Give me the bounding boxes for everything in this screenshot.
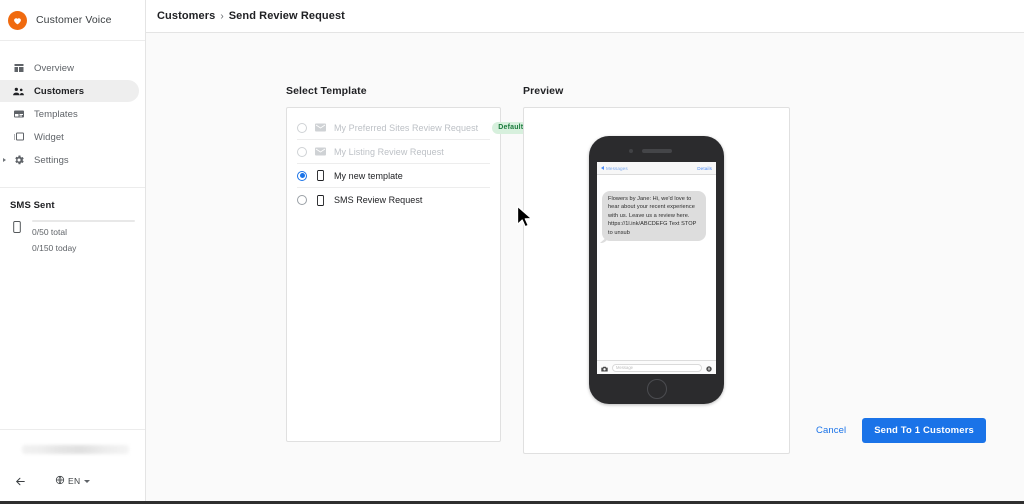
sms-today-count: 0/150 today xyxy=(32,242,135,254)
phone-camera-icon xyxy=(629,149,633,153)
select-template-panel: Select Template My Preferred Sites Revie… xyxy=(286,85,501,454)
preview-title: Preview xyxy=(523,85,790,97)
home-button-icon xyxy=(647,379,667,399)
chevron-left-icon xyxy=(601,166,604,170)
template-radio-2[interactable] xyxy=(297,171,307,181)
template-label: SMS Review Request xyxy=(334,195,422,205)
envelope-icon xyxy=(315,147,326,156)
sidebar-item-label: Settings xyxy=(34,155,69,166)
app-root: Customer Voice Overview Customers Templa xyxy=(0,0,1024,504)
template-row-3[interactable]: SMS Review Request xyxy=(297,188,490,212)
language-selector[interactable]: EN xyxy=(55,472,90,490)
sidebar-item-templates[interactable]: Templates xyxy=(0,103,139,125)
sms-sent-title: SMS Sent xyxy=(10,200,135,211)
template-row-2[interactable]: My new template xyxy=(297,164,490,188)
message-input-placeholder: Message xyxy=(616,365,633,370)
sidebar-item-settings[interactable]: Settings xyxy=(0,149,139,171)
globe-icon xyxy=(55,472,65,490)
messages-back-button[interactable]: Messages xyxy=(601,166,628,171)
template-label: My new template xyxy=(334,171,403,181)
dashboard-icon xyxy=(12,62,25,75)
brand[interactable]: Customer Voice xyxy=(0,0,145,41)
template-row-1[interactable]: My Listing Review Request xyxy=(297,140,490,164)
expand-caret-icon xyxy=(3,158,6,162)
template-radio-3[interactable] xyxy=(297,195,307,205)
mobile-phone-icon xyxy=(10,220,23,233)
sms-message-bubble: Flowers by Jane: Hi, we'd love to hear a… xyxy=(602,191,706,241)
sidebar-footer: EN xyxy=(0,429,145,504)
sidebar-item-label: Overview xyxy=(34,63,74,74)
preview-panel: Preview Messages xyxy=(523,85,790,454)
gear-icon xyxy=(12,154,25,167)
main-area: Customers › Send Review Request Select T… xyxy=(146,0,1024,504)
sidebar: Customer Voice Overview Customers Templa xyxy=(0,0,146,504)
breadcrumb-separator: › xyxy=(220,11,223,22)
mobile-phone-icon xyxy=(315,195,326,206)
brand-name: Customer Voice xyxy=(36,14,112,26)
messages-back-label: Messages xyxy=(606,166,628,171)
template-radio-1[interactable] xyxy=(297,147,307,157)
language-label: EN xyxy=(68,476,80,486)
people-icon xyxy=(12,85,25,98)
sidebar-item-label: Templates xyxy=(34,109,78,120)
breadcrumb-item-customers[interactable]: Customers xyxy=(157,10,215,22)
send-to-customers-button[interactable]: Send To 1 Customers xyxy=(862,418,986,443)
sidebar-item-overview[interactable]: Overview xyxy=(0,57,139,79)
message-input[interactable]: Message xyxy=(612,364,702,372)
topbar: Customers › Send Review Request xyxy=(146,0,1024,33)
breadcrumb-item-current: Send Review Request xyxy=(229,10,345,22)
phone-mockup: Messages Details Flowers by Jane: Hi, we… xyxy=(589,136,724,404)
content-area: Select Template My Preferred Sites Revie… xyxy=(146,33,1024,504)
messages-details-button[interactable]: Details xyxy=(697,166,712,171)
mobile-phone-icon xyxy=(315,170,326,181)
messages-input-bar: Message xyxy=(597,360,716,374)
messages-topbar: Messages Details xyxy=(597,162,716,175)
heart-circle-icon xyxy=(8,11,27,30)
template-row-0[interactable]: My Preferred Sites Review Request Defaul… xyxy=(297,116,490,140)
sidebar-item-widget[interactable]: Widget xyxy=(0,126,139,148)
microphone-icon[interactable] xyxy=(706,359,712,375)
phone-screen: Messages Details Flowers by Jane: Hi, we… xyxy=(597,162,716,374)
template-label: My Listing Review Request xyxy=(334,147,444,157)
camera-icon[interactable] xyxy=(601,359,608,375)
template-list: My Preferred Sites Review Request Defaul… xyxy=(286,107,501,442)
preview-card: Messages Details Flowers by Jane: Hi, we… xyxy=(523,107,790,454)
template-card-icon xyxy=(12,108,25,121)
arrow-left-icon[interactable] xyxy=(14,475,27,488)
account-name-redacted xyxy=(22,445,129,454)
chevron-down-icon xyxy=(84,480,90,483)
sidebar-item-customers[interactable]: Customers xyxy=(0,80,139,102)
panels: Select Template My Preferred Sites Revie… xyxy=(146,33,1024,454)
widget-frame-icon xyxy=(12,131,25,144)
envelope-icon xyxy=(315,123,326,132)
messages-body: Flowers by Jane: Hi, we'd love to hear a… xyxy=(597,175,716,360)
phone-speaker-icon xyxy=(642,149,672,153)
cancel-button[interactable]: Cancel xyxy=(816,425,846,436)
template-label: My Preferred Sites Review Request xyxy=(334,123,478,133)
breadcrumb: Customers › Send Review Request xyxy=(157,10,345,22)
sms-progress-bar xyxy=(32,220,135,222)
sidebar-item-label: Widget xyxy=(34,132,64,143)
select-template-title: Select Template xyxy=(286,85,501,97)
sms-total-count: 0/50 total xyxy=(32,226,135,238)
sms-sent-section: SMS Sent 0/50 total 0/150 today xyxy=(0,188,145,254)
sidebar-nav: Overview Customers Templates Widget xyxy=(0,41,145,171)
form-actions: Cancel Send To 1 Customers xyxy=(816,418,986,443)
template-radio-0[interactable] xyxy=(297,123,307,133)
sidebar-item-label: Customers xyxy=(34,86,84,97)
